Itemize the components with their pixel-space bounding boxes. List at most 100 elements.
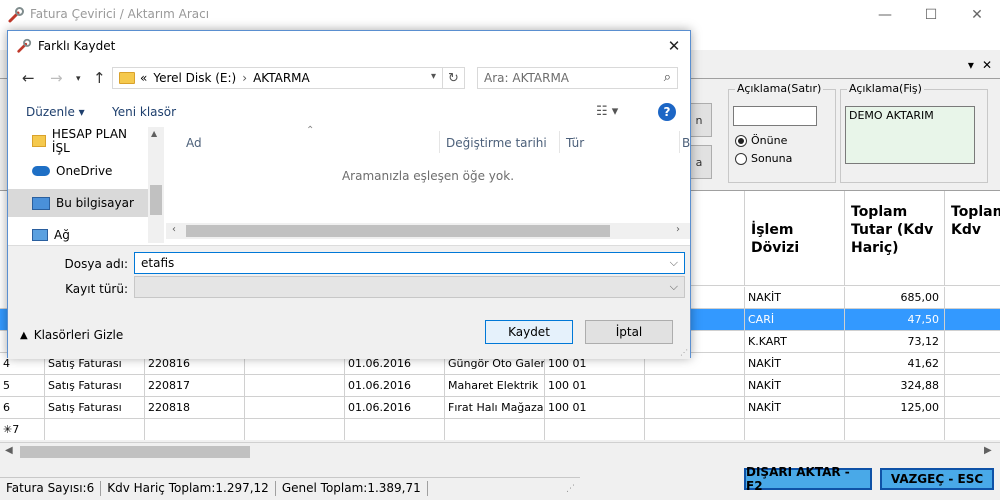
file-list-horizontal-scrollbar[interactable]: ‹ › (166, 223, 690, 239)
cell-doviz[interactable]: NAKİT (745, 375, 845, 397)
new-folder-button[interactable]: Yeni klasör (112, 105, 176, 119)
filetype-select[interactable]: ⌵ (134, 276, 685, 298)
cell-tur[interactable]: Satış Faturası (45, 375, 145, 397)
grid-horizontal-scrollbar[interactable]: ◀ ▶ (0, 442, 1000, 460)
address-segment-folder[interactable]: AKTARMA (253, 71, 310, 85)
column-modified-date[interactable]: Değiştirme tarihi (440, 131, 560, 153)
filetype-dropdown-icon[interactable]: ⌵ (670, 280, 678, 294)
scroll-right-icon[interactable]: › (676, 224, 680, 235)
aciklama-satir-input[interactable] (733, 106, 817, 126)
radio-onune[interactable]: Önüne (735, 134, 787, 147)
cell-fatno[interactable]: 220817 (145, 375, 245, 397)
nav-item-bu-bilgisayar[interactable]: Bu bilgisayar (8, 189, 148, 217)
cell-c7[interactable] (645, 375, 745, 397)
column-size[interactable]: B (680, 131, 690, 153)
radio-sonuna[interactable]: Sonuna (735, 152, 792, 165)
address-dropdown-icon[interactable]: ▾ (431, 71, 436, 82)
cell-fatno[interactable]: 220818 (145, 397, 245, 419)
cell-no[interactable]: 5 (0, 375, 45, 397)
address-bar[interactable]: « Yerel Disk (E:) › AKTARMA ▾ ↻ (112, 67, 465, 89)
organize-button[interactable]: Düzenle ▾ (26, 105, 85, 119)
radio-sonuna-dot[interactable] (735, 152, 747, 165)
cell-kdv[interactable] (945, 419, 1000, 440)
cell-kdv[interactable] (945, 397, 1000, 419)
aciklama-fis-input[interactable]: DEMO AKTARIM (845, 106, 975, 164)
dialog-size-grip-icon[interactable]: ⋰ (680, 348, 688, 357)
cell-no[interactable]: 6 (0, 397, 45, 419)
cell-kdv[interactable] (945, 375, 1000, 397)
view-options-icon[interactable]: ☷ ▾ (596, 104, 618, 119)
mdi-dropdown-icon[interactable]: ▾ (968, 58, 974, 76)
cell-doviz[interactable]: NAKİT (745, 287, 845, 309)
cell-tarih[interactable]: 01.06.2016 (345, 397, 445, 419)
cell-cari[interactable]: Maharet Elektrik (445, 375, 545, 397)
cell-tarih[interactable]: 01.06.2016 (345, 375, 445, 397)
scroll-right-icon[interactable]: ▶ (984, 445, 992, 456)
cell-kdv[interactable] (945, 331, 1000, 353)
search-box[interactable]: Ara: AKTARMA ⌕ (477, 67, 678, 89)
refresh-icon[interactable]: ↻ (442, 68, 464, 88)
cell-no[interactable]: ✳7 (0, 419, 45, 440)
cell-c7[interactable] (645, 419, 745, 440)
nav-scroll-thumb[interactable] (150, 185, 162, 215)
cell-kdv[interactable] (945, 309, 1000, 331)
address-segment-disk[interactable]: Yerel Disk (E:) (153, 71, 236, 85)
cancel-main-button[interactable]: VAZGEÇ - ESC (880, 468, 994, 490)
grid-header-islem-dovizi[interactable]: İşlem Dövizi (745, 191, 845, 286)
radio-onune-dot[interactable] (735, 134, 747, 147)
help-icon[interactable]: ? (658, 103, 676, 121)
cell-cari[interactable]: Fırat Halı Mağazası (445, 397, 545, 419)
size-grip-icon[interactable]: ⋰ (566, 484, 575, 494)
cell-kdv[interactable] (945, 353, 1000, 375)
grid-header-toplam-tutar[interactable]: Toplam Tutar (Kdv Hariç) (845, 191, 945, 286)
cell-tutar[interactable]: 125,00 (845, 397, 945, 419)
cell-c3[interactable] (245, 397, 345, 419)
cell-fatno[interactable] (145, 419, 245, 440)
up-arrow-icon[interactable]: ↑ (93, 69, 106, 87)
scroll-left-icon[interactable]: ◀ (5, 445, 13, 456)
search-icon[interactable]: ⌕ (664, 70, 671, 85)
nav-item-hesap-plan[interactable]: HESAP PLAN İŞL (8, 127, 148, 155)
cell-tarih[interactable] (345, 419, 445, 440)
recent-dropdown-icon[interactable]: ▾ (76, 74, 81, 84)
cell-kdv[interactable] (945, 287, 1000, 309)
save-button[interactable]: Kaydet (485, 320, 573, 344)
cell-doviz[interactable]: CARİ (745, 309, 845, 331)
nav-item-ag[interactable]: Ağ (8, 221, 148, 243)
column-type[interactable]: Tür (560, 131, 680, 153)
grid-header-toplam-kdv[interactable]: Toplam Kdv (945, 191, 1000, 286)
forward-arrow-icon[interactable]: → (50, 69, 63, 87)
cell-c3[interactable] (245, 419, 345, 440)
cell-kod[interactable] (545, 419, 645, 440)
minimize-button[interactable]: — (862, 0, 908, 30)
cell-kod[interactable]: 100 01 (545, 375, 645, 397)
cell-cari[interactable] (445, 419, 545, 440)
cell-doviz[interactable]: NAKİT (745, 397, 845, 419)
nav-pane-scrollbar[interactable]: ▲ (148, 127, 164, 243)
close-button[interactable]: ✕ (954, 0, 1000, 30)
cell-tutar[interactable] (845, 419, 945, 440)
cancel-button[interactable]: İptal (585, 320, 673, 344)
cell-tutar[interactable]: 41,62 (845, 353, 945, 375)
mdi-close-icon[interactable]: ✕ (982, 58, 992, 76)
export-button[interactable]: DIŞARI AKTAR - F2 (744, 465, 872, 493)
cell-kod[interactable]: 100 01 (545, 397, 645, 419)
filename-input[interactable]: etafis ⌵ (134, 252, 685, 274)
file-scroll-thumb[interactable] (186, 225, 610, 237)
cell-doviz[interactable] (745, 419, 845, 440)
cell-tutar[interactable]: 324,88 (845, 375, 945, 397)
maximize-button[interactable]: ☐ (908, 0, 954, 30)
column-name[interactable]: Ad (180, 131, 440, 153)
hide-folders-toggle[interactable]: ▲ Klasörleri Gizle (20, 328, 123, 342)
cell-tur[interactable]: Satış Faturası (45, 397, 145, 419)
address-separator[interactable]: › (242, 71, 247, 85)
cell-doviz[interactable]: NAKİT (745, 353, 845, 375)
nav-item-onedrive[interactable]: OneDrive (8, 157, 148, 185)
cell-tutar[interactable]: 73,12 (845, 331, 945, 353)
grid-scroll-thumb[interactable] (20, 446, 250, 458)
cell-c7[interactable] (645, 397, 745, 419)
back-arrow-icon[interactable]: ← (22, 69, 35, 87)
dialog-close-button[interactable]: ✕ (658, 31, 690, 61)
scroll-left-icon[interactable]: ‹ (172, 224, 176, 235)
table-row[interactable]: 5 Satış Faturası 220817 01.06.2016 Maharet E… (0, 375, 1000, 397)
